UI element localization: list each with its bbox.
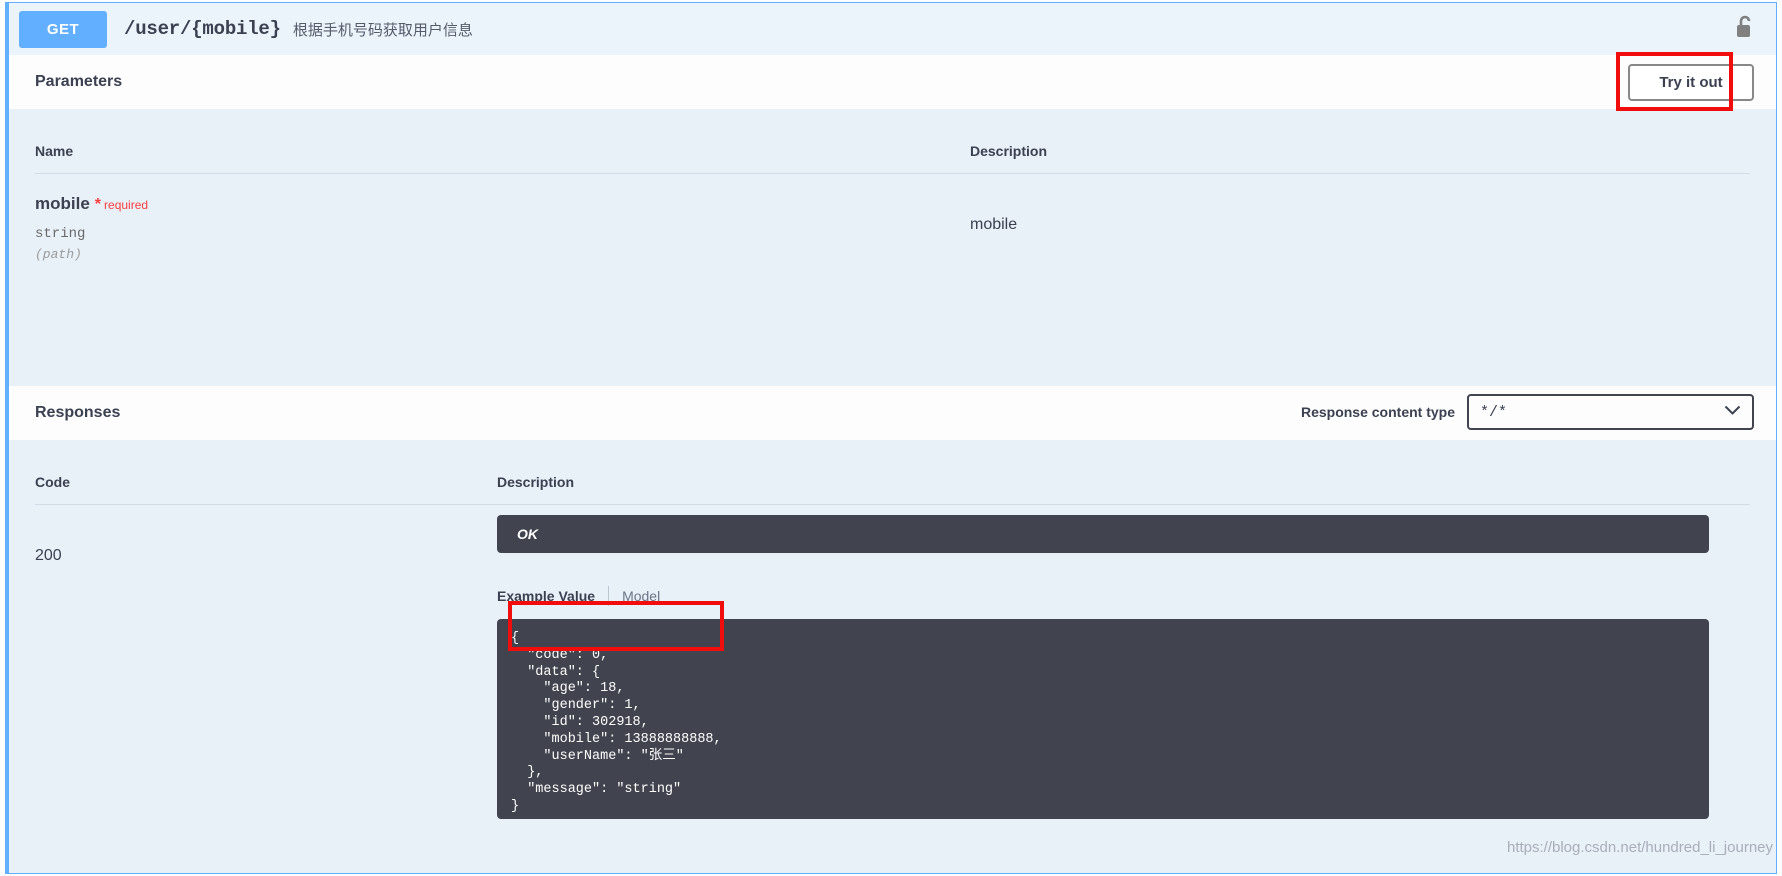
responses-body: Code Description 200 OK Example Value Mo… xyxy=(9,440,1776,873)
chevron-down-icon xyxy=(1724,404,1741,421)
example-value-code-block[interactable]: { "code": 0, "data": { "age": 18, "gende… xyxy=(497,619,1709,819)
try-it-out-button[interactable]: Try it out xyxy=(1628,64,1754,101)
response-content-type-select[interactable]: */* xyxy=(1467,394,1754,430)
parameters-body: Name Description mobile * required string … xyxy=(9,109,1776,386)
responses-table: Code Description 200 OK Example Value Mo… xyxy=(35,440,1750,819)
parameter-name-cell: mobile * required string (path) xyxy=(35,174,970,262)
parameter-description: mobile xyxy=(970,216,1018,233)
responses-header: Responses Response content type */* xyxy=(9,386,1776,440)
responses-column-code: Code xyxy=(35,440,497,505)
operation-path: /user/{mobile} xyxy=(124,18,281,40)
parameters-table: Name Description mobile * required string … xyxy=(35,109,1750,262)
response-code: 200 xyxy=(35,547,62,564)
table-row: 200 OK Example Value Model { "code": 0, … xyxy=(35,505,1750,820)
parameter-location: (path) xyxy=(35,247,82,262)
parameter-description-cell: mobile xyxy=(970,174,1750,263)
response-content-type-wrap: Response content type */* xyxy=(1301,394,1754,430)
parameter-name: mobile xyxy=(35,194,90,213)
tab-example-value[interactable]: Example Value xyxy=(497,588,595,604)
parameters-table-header-row: Name Description xyxy=(35,109,1750,174)
operation-summary-bar[interactable]: GET /user/{mobile} 根据手机号码获取用户信息 xyxy=(9,3,1776,55)
tab-divider xyxy=(608,586,610,606)
response-status-badge: OK xyxy=(497,515,1709,553)
response-description-cell: OK Example Value Model { "code": 0, "dat… xyxy=(497,505,1750,819)
response-code-cell: 200 xyxy=(35,505,497,820)
parameter-type: string xyxy=(35,226,86,242)
swagger-operation-block: GET /user/{mobile} 根据手机号码获取用户信息 Paramete… xyxy=(5,2,1777,874)
required-asterisk: * xyxy=(94,196,102,213)
parameters-column-name: Name xyxy=(35,109,970,174)
http-method-badge: GET xyxy=(19,10,107,48)
responses-title: Responses xyxy=(35,404,121,421)
response-content-type-label: Response content type xyxy=(1300,404,1455,420)
parameters-column-description: Description xyxy=(970,109,1750,174)
responses-table-header-row: Code Description xyxy=(35,440,1750,505)
tab-model[interactable]: Model xyxy=(622,588,660,604)
required-label: required xyxy=(104,198,149,212)
watermark: https://blog.csdn.net/hundred_li_journey xyxy=(1506,839,1773,856)
authorization-lock-wrap[interactable] xyxy=(1734,14,1762,45)
responses-column-description: Description xyxy=(497,440,1750,505)
parameters-header: Parameters Try it out xyxy=(9,55,1776,109)
response-content-type-value: */* xyxy=(1480,403,1508,421)
operation-summary-text: 根据手机号码获取用户信息 xyxy=(292,21,473,39)
parameters-title: Parameters xyxy=(35,73,123,90)
table-row: mobile * required string (path) mobile xyxy=(35,174,1750,263)
unlocked-padlock-icon[interactable] xyxy=(1734,14,1756,45)
example-model-tabs: Example Value Model xyxy=(497,585,1750,607)
example-value-json: { "code": 0, "data": { "age": 18, "gende… xyxy=(511,631,722,814)
